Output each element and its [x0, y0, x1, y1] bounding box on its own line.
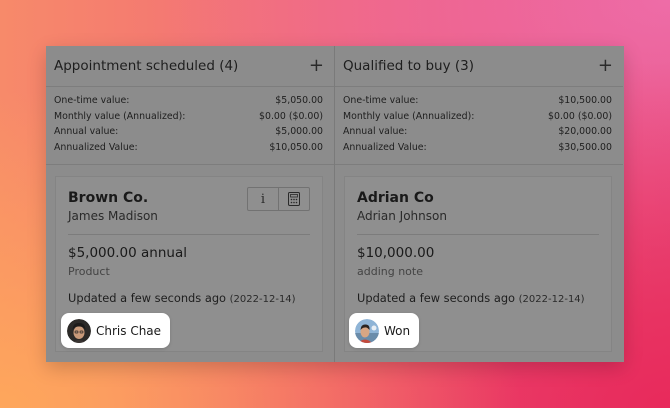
summary-row: One-time value: $10,500.00 — [343, 93, 612, 109]
summary-value: $0.00 ($0.00) — [259, 110, 323, 122]
summary-row: Annualized Value: $10,050.00 — [54, 140, 323, 156]
summary-label: One-time value: — [54, 95, 130, 106]
deal-owner-won[interactable]: Won — [349, 313, 420, 348]
summary-label: One-time value: — [343, 95, 419, 106]
updated-date: (2022-12-14) — [518, 294, 585, 305]
summary-value: $5,000.00 — [275, 126, 323, 138]
summary-label: Monthly value (Annualized): — [343, 110, 475, 122]
summary-value: $5,050.00 — [275, 95, 323, 106]
summary-label: Annual value: — [343, 126, 408, 138]
card-divider — [68, 234, 310, 235]
add-deal-icon[interactable]: + — [598, 57, 613, 75]
column-header: Qualified to buy (3) + — [335, 46, 623, 87]
avatar — [355, 318, 379, 343]
column-summary: One-time value: $5,050.00 Monthly value … — [46, 87, 334, 165]
info-icon[interactable]: i — [248, 188, 278, 210]
summary-value: $30,500.00 — [558, 142, 612, 154]
deal-updated: Updated a few seconds ago (2022-12-14) — [357, 291, 599, 305]
deal-note: Product — [68, 265, 110, 278]
column-title: Qualified to buy (3) — [343, 58, 474, 74]
column-summary: One-time value: $10,500.00 Monthly value… — [335, 87, 623, 165]
summary-value: $10,050.00 — [269, 142, 323, 154]
summary-value: $10,500.00 — [558, 95, 612, 106]
card-toolbar: i — [247, 187, 310, 211]
summary-label: Annualized Value: — [343, 142, 427, 154]
updated-date: (2022-12-14) — [229, 294, 296, 305]
summary-row: Monthly value (Annualized): $0.00 ($0.00… — [343, 109, 612, 125]
deal-amount: $10,000.00 — [357, 245, 435, 261]
deal-owner-chris-chae[interactable]: Chris Chae — [61, 313, 171, 348]
summary-value: $20,000.00 — [558, 126, 612, 138]
deal-amount: $5,000.00 annual — [68, 245, 187, 261]
avatar — [67, 318, 91, 343]
owner-name: Chris Chae — [96, 323, 162, 338]
calculator-icon[interactable] — [278, 188, 309, 210]
summary-label: Annualized Value: — [54, 142, 138, 154]
deal-contact: Adrian Johnson — [357, 209, 447, 223]
deal-company[interactable]: Adrian Co — [357, 189, 599, 207]
add-deal-icon[interactable]: + — [309, 57, 324, 75]
deal-contact: James Madison — [68, 209, 158, 223]
summary-row: Annual value: $5,000.00 — [54, 124, 323, 140]
summary-row: Annual value: $20,000.00 — [343, 124, 612, 140]
deal-updated: Updated a few seconds ago (2022-12-14) — [68, 291, 310, 305]
updated-text: Updated a few seconds ago — [68, 291, 227, 305]
owner-name: Won — [384, 323, 411, 338]
card-divider — [357, 234, 599, 235]
column-title: Appointment scheduled (4) — [54, 58, 239, 74]
column-header: Appointment scheduled (4) + — [46, 46, 334, 87]
updated-text: Updated a few seconds ago — [357, 291, 516, 305]
summary-label: Monthly value (Annualized): — [54, 110, 186, 122]
summary-row: Annualized Value: $30,500.00 — [343, 140, 612, 156]
deal-note: adding note — [357, 265, 423, 278]
summary-row: One-time value: $5,050.00 — [54, 93, 323, 109]
summary-value: $0.00 ($0.00) — [548, 110, 612, 122]
summary-label: Annual value: — [54, 126, 119, 138]
summary-row: Monthly value (Annualized): $0.00 ($0.00… — [54, 109, 323, 125]
